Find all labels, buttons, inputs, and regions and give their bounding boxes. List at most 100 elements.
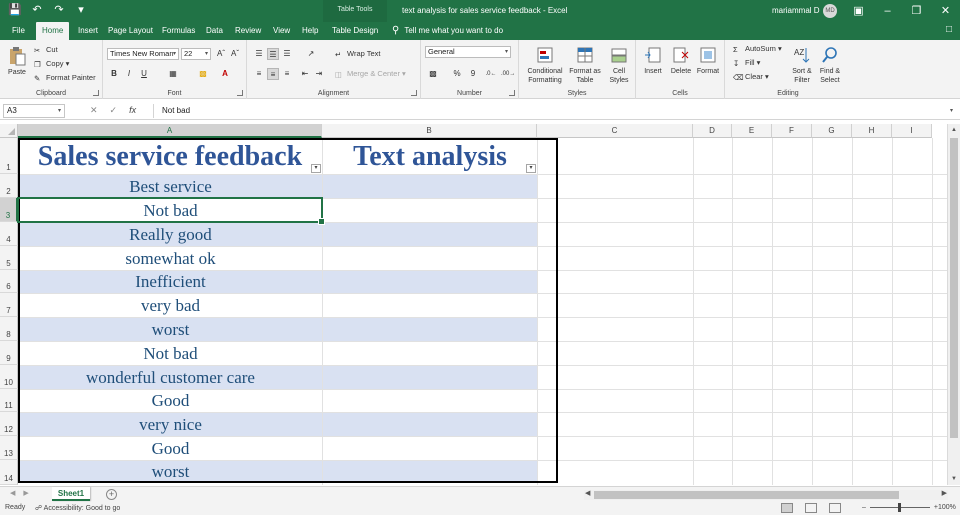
- save-icon[interactable]: 💾: [8, 3, 22, 17]
- sort-filter-button[interactable]: AZ Sort & Filter: [789, 45, 815, 85]
- merge-center-button[interactable]: ◫ Merge & Center ▾: [335, 69, 406, 79]
- row-header[interactable]: 13: [0, 436, 18, 460]
- row-header[interactable]: 12: [0, 412, 18, 436]
- decrease-decimal-icon[interactable]: .00→: [501, 68, 515, 80]
- accessibility-status[interactable]: ☍ Accessibility: Good to go: [35, 504, 120, 512]
- cell-styles-button[interactable]: Cell Styles: [605, 45, 633, 85]
- alignment-launcher-icon[interactable]: [411, 90, 417, 96]
- zoom-out-icon[interactable]: –: [862, 504, 866, 511]
- column-header-a[interactable]: A: [18, 124, 322, 138]
- row-header[interactable]: 3: [0, 198, 18, 222]
- orientation-icon[interactable]: ↗: [305, 48, 317, 60]
- delete-cells-button[interactable]: Delete: [668, 45, 694, 76]
- paste-button[interactable]: Paste: [5, 46, 29, 77]
- insert-cells-button[interactable]: Insert: [640, 45, 666, 76]
- table-cell[interactable]: [323, 342, 537, 365]
- row-header[interactable]: 9: [0, 341, 18, 365]
- column-header-b[interactable]: B: [322, 124, 537, 138]
- row-header[interactable]: 1: [0, 138, 18, 174]
- row-header[interactable]: 6: [0, 270, 18, 293]
- format-painter-button[interactable]: ✎ Format Painter: [34, 73, 96, 83]
- avatar[interactable]: MD: [823, 4, 837, 18]
- prev-sheet-icon[interactable]: ◀: [10, 489, 15, 497]
- zoom-slider[interactable]: – +: [862, 503, 938, 512]
- page-break-view-icon[interactable]: [829, 503, 841, 513]
- scroll-left-icon[interactable]: ◀: [585, 489, 590, 497]
- percent-style-button[interactable]: %: [451, 68, 463, 80]
- table-cell[interactable]: somewhat ok: [19, 247, 322, 270]
- tab-view[interactable]: View: [267, 22, 296, 40]
- underline-button[interactable]: U: [138, 68, 150, 80]
- filter-dropdown-icon[interactable]: ▾: [311, 164, 321, 173]
- font-size-select[interactable]: 22 ▾: [181, 48, 211, 60]
- page-layout-view-icon[interactable]: [805, 503, 817, 513]
- column-header-d[interactable]: D: [693, 124, 732, 138]
- table-cell[interactable]: [323, 461, 537, 483]
- expand-formula-icon[interactable]: ▾: [950, 104, 953, 118]
- formula-input[interactable]: Not bad ▾: [153, 104, 957, 118]
- tell-me-box[interactable]: ⚲ Tell me what you want to do: [392, 22, 503, 40]
- customize-qat-icon[interactable]: ▾: [74, 3, 88, 17]
- italic-button[interactable]: I: [123, 68, 135, 80]
- table-cell[interactable]: Not bad: [19, 199, 322, 222]
- table-cell[interactable]: [323, 390, 537, 412]
- row-header[interactable]: 8: [0, 317, 18, 341]
- accounting-format-icon[interactable]: ▩: [427, 68, 439, 80]
- font-name-select[interactable]: Times New Roman ▾: [107, 48, 179, 60]
- enter-icon[interactable]: ✓: [110, 105, 118, 116]
- close-icon[interactable]: ✕: [931, 0, 960, 22]
- align-center-icon[interactable]: ≡: [267, 68, 279, 80]
- table-cell[interactable]: worst: [19, 318, 322, 341]
- row-header[interactable]: 10: [0, 365, 18, 389]
- increase-decimal-icon[interactable]: .0←: [485, 68, 497, 80]
- cut-button[interactable]: ✂ Cut: [34, 45, 58, 55]
- borders-icon[interactable]: ▦: [167, 68, 179, 80]
- align-bottom-icon[interactable]: ☰: [281, 48, 293, 60]
- zoom-knob[interactable]: [897, 503, 901, 512]
- user-name[interactable]: mariammal D: [772, 6, 820, 15]
- add-sheet-icon[interactable]: +: [106, 489, 117, 500]
- zoom-level[interactable]: 100%: [938, 504, 956, 511]
- wrap-text-button[interactable]: ↵ Wrap Text: [335, 49, 381, 59]
- table-cell[interactable]: [323, 437, 537, 460]
- tab-formulas[interactable]: Formulas: [156, 22, 201, 40]
- font-color-icon[interactable]: A: [219, 68, 231, 80]
- comments-icon[interactable]: □: [946, 24, 952, 35]
- tab-page-layout[interactable]: Page Layout: [102, 22, 159, 40]
- align-top-icon[interactable]: ☰: [253, 48, 265, 60]
- tab-data[interactable]: Data: [200, 22, 229, 40]
- table-cell[interactable]: Really good: [19, 223, 322, 246]
- table-cell[interactable]: Best service: [19, 175, 322, 198]
- tab-file[interactable]: File: [6, 22, 31, 40]
- zoom-track[interactable]: [869, 503, 930, 512]
- align-middle-icon[interactable]: ☰: [267, 48, 279, 60]
- tab-review[interactable]: Review: [229, 22, 267, 40]
- table-cell[interactable]: very nice: [19, 413, 322, 436]
- table-cell[interactable]: [323, 199, 537, 222]
- table-cell[interactable]: [323, 413, 537, 436]
- shrink-font-icon[interactable]: Aˇ: [229, 48, 241, 60]
- scroll-right-icon[interactable]: ▶: [942, 489, 947, 497]
- column-header-i[interactable]: I: [892, 124, 932, 138]
- table-cell[interactable]: Inefficient: [19, 271, 322, 293]
- horizontal-scroll-thumb[interactable]: [594, 491, 899, 499]
- table-cell[interactable]: [323, 175, 537, 198]
- table-cell[interactable]: worst: [19, 461, 322, 483]
- tab-help[interactable]: Help: [296, 22, 324, 40]
- autosum-button[interactable]: Σ AutoSum ▾: [733, 44, 782, 54]
- horizontal-scrollbar[interactable]: ◀ ▶: [584, 490, 948, 500]
- table-header-feedback[interactable]: Sales service feedback: [19, 139, 321, 174]
- table-cell[interactable]: Good: [19, 390, 322, 412]
- table-cell[interactable]: very bad: [19, 294, 322, 317]
- row-header[interactable]: 2: [0, 174, 18, 198]
- number-launcher-icon[interactable]: [509, 90, 515, 96]
- table-cell[interactable]: [323, 366, 537, 389]
- select-all-button[interactable]: [0, 124, 18, 138]
- scroll-up-icon[interactable]: ▲: [948, 124, 960, 136]
- table-cell[interactable]: wonderful customer care: [19, 366, 322, 389]
- column-header-h[interactable]: H: [852, 124, 892, 138]
- table-cell[interactable]: [323, 247, 537, 270]
- redo-icon[interactable]: ↷: [52, 3, 66, 17]
- format-cells-button[interactable]: Format: [695, 45, 721, 76]
- decrease-indent-icon[interactable]: ⇤: [299, 68, 311, 80]
